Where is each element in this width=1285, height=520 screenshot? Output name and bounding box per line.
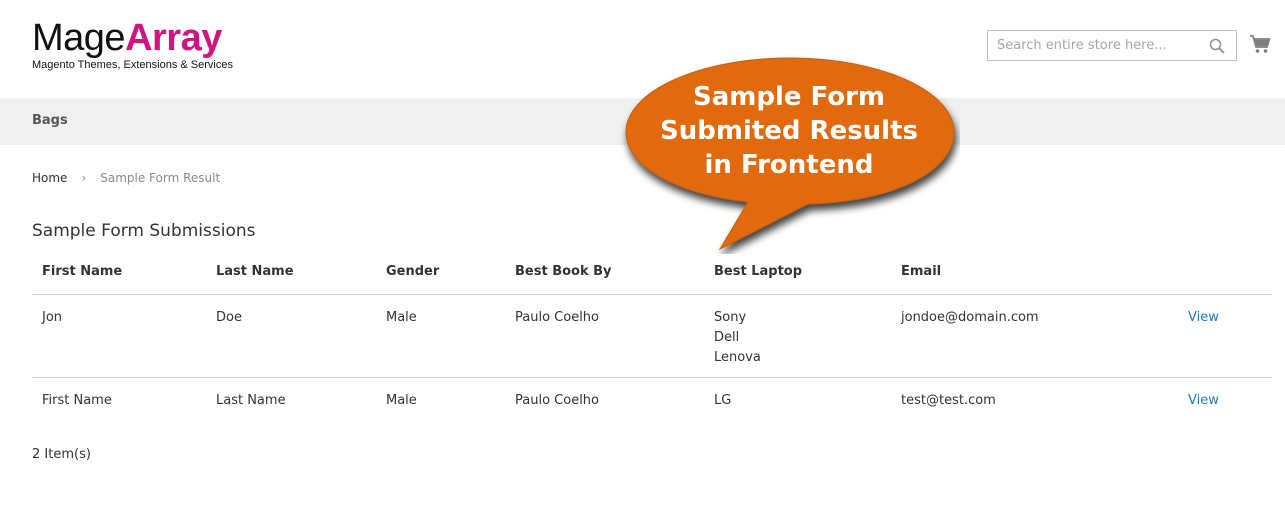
laptop-value: Sony: [714, 310, 747, 325]
laptop-value: Dell: [714, 330, 740, 345]
search-input[interactable]: [988, 31, 1198, 60]
column-header-gender: Gender: [386, 264, 440, 279]
cell-last-name: Doe: [216, 310, 242, 325]
cell-email: test@test.com: [901, 393, 996, 408]
items-count: 2 Item(s): [32, 447, 91, 462]
search-box: [987, 30, 1237, 61]
cart-icon[interactable]: [1249, 33, 1271, 55]
logo-tagline: Magento Themes, Extensions & Services: [32, 59, 233, 71]
callout-line: Sample Form: [692, 82, 886, 112]
cell-best-book-by: Paulo Coelho: [515, 310, 599, 325]
laptop-value: LG: [714, 393, 732, 408]
table-row: First Name Last Name Male Paulo Coelho L…: [32, 378, 1272, 421]
cell-last-name: Last Name: [216, 393, 286, 408]
callout-text: Sample Form Submited Results in Frontend: [650, 80, 928, 182]
cell-best-book-by: Paulo Coelho: [515, 393, 599, 408]
callout-line: in Frontend: [704, 150, 874, 180]
cell-gender: Male: [386, 310, 417, 325]
view-link[interactable]: View: [1188, 391, 1219, 411]
logo-accent-text: Array: [125, 17, 222, 59]
laptop-value: Lenova: [714, 350, 761, 365]
cell-gender: Male: [386, 393, 417, 408]
logo-wordmark: MageArray: [32, 18, 233, 58]
column-header-email: Email: [901, 264, 942, 279]
view-link[interactable]: View: [1188, 308, 1219, 328]
breadcrumb-home[interactable]: Home: [32, 171, 67, 185]
column-header-last-name: Last Name: [216, 264, 294, 279]
table-header: First Name Last Name Gender Best Book By…: [32, 255, 1272, 295]
column-header-best-laptop: Best Laptop: [714, 264, 803, 279]
callout-line: Submited Results: [659, 116, 919, 146]
cell-first-name: Jon: [42, 310, 63, 325]
page-title: Sample Form Submissions: [32, 221, 256, 241]
table-row: Jon Doe Male Paulo Coelho Sony Dell Leno…: [32, 295, 1272, 378]
cell-best-laptop: Sony Dell Lenova: [714, 308, 761, 368]
breadcrumb-separator: ›: [81, 171, 87, 185]
breadcrumb: Home › Sample Form Result: [32, 171, 220, 185]
cell-first-name: First Name: [42, 393, 112, 408]
nav-item-bags[interactable]: Bags: [32, 113, 68, 128]
cell-email: jondoe@domain.com: [901, 310, 1039, 325]
column-header-best-book-by: Best Book By: [515, 264, 612, 279]
logo[interactable]: MageArray Magento Themes, Extensions & S…: [32, 18, 233, 71]
submissions-table: First Name Last Name Gender Best Book By…: [32, 255, 1272, 421]
breadcrumb-current: Sample Form Result: [100, 171, 221, 185]
column-header-first-name: First Name: [42, 264, 123, 279]
logo-main-text: Mage: [32, 17, 126, 59]
search-icon[interactable]: [1209, 38, 1225, 54]
cell-best-laptop: LG: [714, 391, 731, 411]
